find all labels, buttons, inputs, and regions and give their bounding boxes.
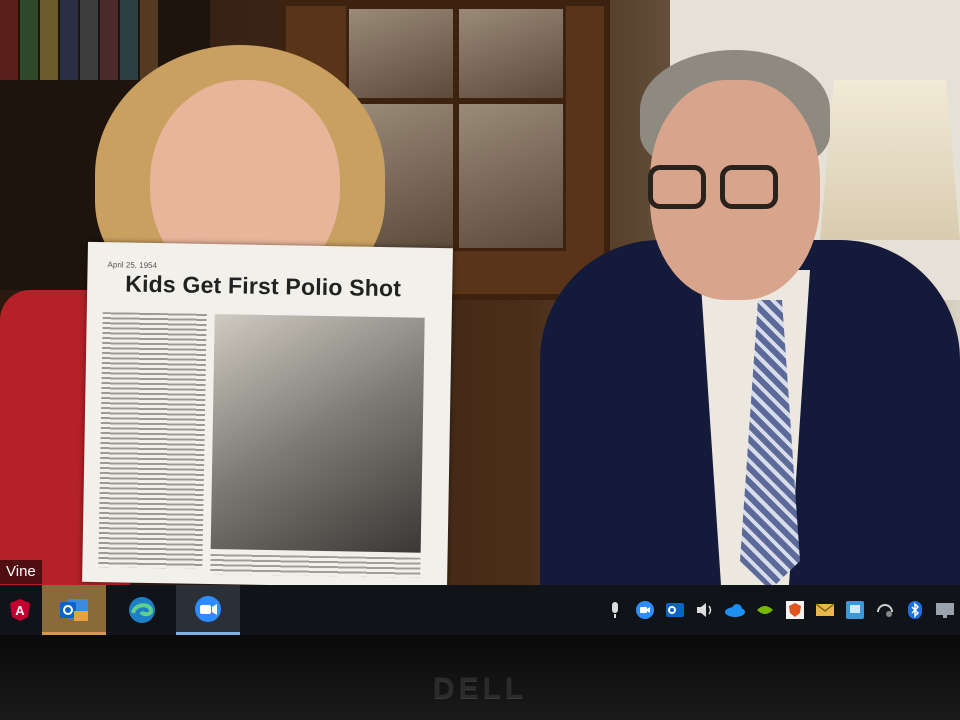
newspaper-photo-caption — [210, 554, 421, 578]
network-icon[interactable] — [840, 595, 870, 625]
headset-icon[interactable] — [870, 595, 900, 625]
glasses — [648, 165, 798, 215]
newspaper-clipping: April 25, 1954 Kids Get First Polio Shot — [82, 241, 453, 589]
newspaper-photo — [210, 314, 425, 553]
taskbar-app-zoom[interactable] — [176, 585, 240, 635]
shield-icon[interactable] — [780, 595, 810, 625]
video-call-screen: April 25, 1954 Kids Get First Polio Shot… — [0, 0, 960, 635]
volume-icon[interactable] — [690, 595, 720, 625]
lens — [648, 165, 706, 209]
lens — [720, 165, 778, 209]
windows-taskbar: A — [0, 585, 960, 635]
newspaper-headline: Kids Get First Polio Shot — [125, 270, 402, 302]
participant-name-tag: Vine — [0, 560, 42, 584]
zoom-icon — [195, 595, 221, 622]
edge-icon — [129, 597, 155, 623]
taskbar-app-angular[interactable]: A — [0, 585, 40, 635]
svg-text:A: A — [15, 603, 25, 618]
taskbar-app-outlook[interactable] — [42, 585, 106, 635]
microphone-icon[interactable] — [600, 595, 630, 625]
bluetooth-icon[interactable] — [900, 595, 930, 625]
outlook-tray-icon[interactable] — [660, 595, 690, 625]
participant-right — [540, 40, 960, 635]
nvidia-icon[interactable] — [750, 595, 780, 625]
newspaper-article-text — [98, 312, 207, 569]
zoom-tray-icon[interactable] — [630, 595, 660, 625]
outlook-icon — [60, 598, 88, 621]
monitor-brand-logo: DELL — [432, 672, 528, 705]
display-icon[interactable] — [930, 595, 960, 625]
onedrive-icon[interactable] — [720, 595, 750, 625]
mail-icon[interactable] — [810, 595, 840, 625]
newspaper-date: April 25, 1954 — [107, 260, 158, 271]
system-tray — [600, 585, 960, 635]
taskbar-app-edge[interactable] — [110, 585, 174, 635]
angular-icon: A — [10, 599, 30, 621]
